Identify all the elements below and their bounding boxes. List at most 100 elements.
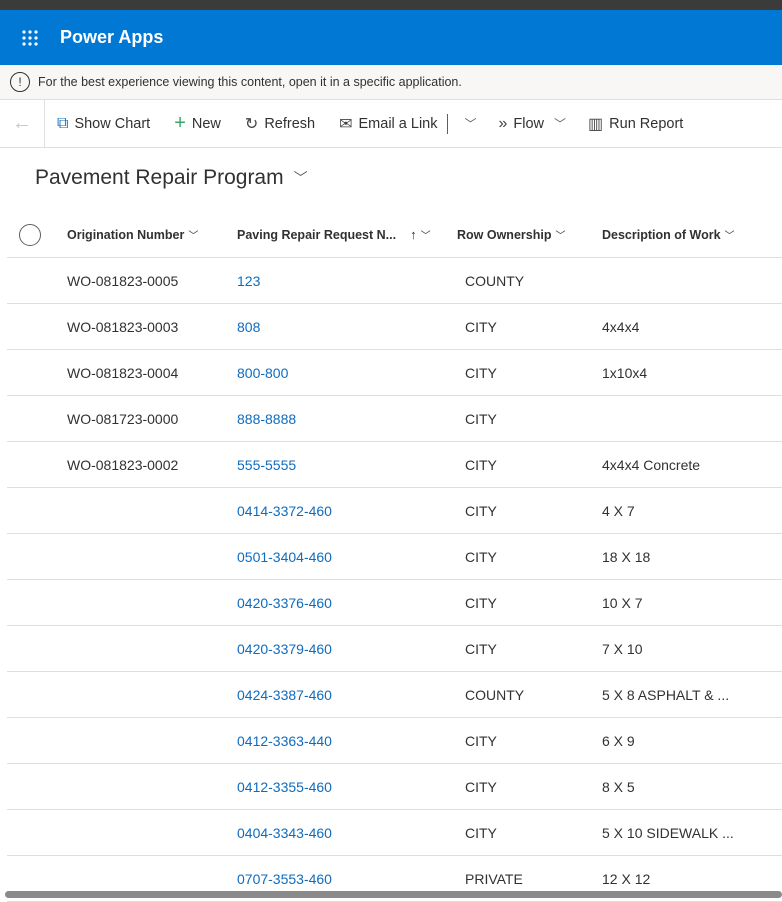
request-link[interactable]: 555-5555: [237, 457, 457, 473]
chevron-down-icon: ﹀: [420, 231, 431, 242]
description-cell: 8 X 5: [602, 778, 635, 795]
flow-label: Flow: [513, 115, 545, 132]
notice-text: For the best experience viewing this con…: [38, 75, 462, 89]
request-link[interactable]: 0501-3404-460: [237, 549, 457, 565]
ownership-cell: PRIVATE: [465, 870, 523, 887]
description-cell: 4x4x4: [602, 318, 640, 335]
refresh-button[interactable]: ↻ Refresh: [245, 114, 315, 134]
request-link[interactable]: 0412-3355-460: [237, 779, 457, 795]
request-link[interactable]: 0420-3376-460: [237, 595, 457, 611]
table-row[interactable]: 0424-3387-460 COUNTY 5 X 8 ASPHALT & ...: [7, 672, 782, 718]
ownership-cell: CITY: [465, 640, 497, 657]
origination-cell: WO-081823-0003: [67, 318, 179, 335]
view-selector[interactable]: Pavement Repair Program ﹀: [35, 166, 318, 190]
ownership-cell: CITY: [465, 732, 497, 749]
ownership-cell: CITY: [465, 502, 497, 519]
table-row[interactable]: 0404-3343-460 CITY 5 X 10 SIDEWALK ...: [7, 810, 782, 856]
flow-icon: »: [498, 114, 508, 132]
origination-cell: WO-081823-0005: [67, 272, 179, 289]
chevron-down-icon[interactable]: ﹀: [554, 115, 566, 132]
info-icon: !: [10, 72, 30, 92]
plus-icon: +: [174, 112, 186, 134]
ownership-cell: CITY: [465, 594, 497, 611]
request-link[interactable]: 0404-3343-460: [237, 825, 457, 841]
table-row[interactable]: 0412-3363-440 CITY 6 X 9: [7, 718, 782, 764]
request-link[interactable]: 123: [237, 273, 457, 289]
ownership-cell: CITY: [465, 778, 497, 795]
chevron-down-icon: ﹀: [555, 231, 566, 242]
new-label: New: [191, 115, 221, 132]
ownership-cell: CITY: [465, 364, 497, 381]
origination-cell: WO-081823-0002: [67, 456, 179, 473]
column-label: Row Ownership: [457, 228, 552, 242]
column-label: Origination Number: [67, 228, 185, 242]
request-link[interactable]: 888-8888: [237, 411, 457, 427]
app-title: Power Apps: [60, 27, 164, 47]
ownership-cell: COUNTY: [465, 686, 525, 703]
description-cell: 5 X 8 ASPHALT & ...: [602, 686, 730, 703]
run-report-label: Run Report: [609, 115, 684, 132]
table-row[interactable]: 0412-3355-460 CITY 8 X 5: [7, 764, 782, 810]
new-button[interactable]: + New: [174, 112, 221, 135]
select-all-checkbox[interactable]: [19, 223, 41, 246]
column-header-paving-request[interactable]: Paving Repair Request N... ↑ ﹀: [237, 227, 457, 242]
horizontal-scrollbar[interactable]: [5, 891, 782, 898]
table-row[interactable]: WO-081823-0004 800-800 CITY 1x10x4: [7, 350, 782, 396]
ownership-cell: CITY: [465, 318, 497, 335]
description-cell: 1x10x4: [602, 364, 648, 381]
request-link[interactable]: 0414-3372-460: [237, 503, 457, 519]
browser-bar: [0, 0, 782, 10]
refresh-icon: ↻: [244, 115, 259, 133]
ownership-cell: COUNTY: [465, 272, 525, 289]
request-link[interactable]: 0424-3387-460: [237, 687, 457, 703]
description-cell: 7 X 10: [602, 640, 643, 657]
description-cell: 4 X 7: [602, 502, 635, 519]
description-cell: 10 X 7: [602, 594, 643, 611]
ownership-cell: CITY: [465, 824, 497, 841]
sort-ascending-icon: ↑: [410, 227, 417, 242]
origination-cell: WO-081723-0000: [67, 410, 179, 427]
show-chart-button[interactable]: ⧉ Show Chart: [57, 115, 150, 133]
run-report-button[interactable]: ▥ Run Report: [588, 114, 683, 134]
app-header: Power Apps: [0, 10, 782, 65]
flow-button[interactable]: » Flow: [499, 115, 545, 133]
description-cell: 5 X 10 SIDEWALK ...: [602, 824, 734, 841]
description-cell: 18 X 18: [602, 548, 651, 565]
app-launcher-icon[interactable]: [0, 29, 60, 47]
email-link-button[interactable]: ✉ Email a Link: [339, 114, 437, 134]
chevron-down-icon[interactable]: ﹀: [464, 115, 476, 132]
table-row[interactable]: 0420-3379-460 CITY 7 X 10: [7, 626, 782, 672]
description-cell: 4x4x4 Concrete: [602, 456, 701, 473]
description-cell: 12 X 12: [602, 870, 651, 887]
table-row[interactable]: WO-081823-0005 123 COUNTY: [7, 258, 782, 304]
page-title: Pavement Repair Program: [35, 166, 284, 189]
email-link-label: Email a Link: [358, 115, 438, 132]
table-row[interactable]: WO-081823-0003 808 CITY 4x4x4: [7, 304, 782, 350]
request-link[interactable]: 0412-3363-440: [237, 733, 457, 749]
request-link[interactable]: 0707-3553-460: [237, 871, 457, 887]
column-label: Description of Work: [602, 228, 721, 242]
data-grid: Origination Number ﹀ Paving Repair Reques…: [7, 212, 782, 902]
grid-header: Origination Number ﹀ Paving Repair Reques…: [7, 212, 782, 258]
chevron-down-icon: ﹀: [188, 231, 199, 242]
chevron-down-icon: ﹀: [293, 170, 308, 186]
table-row[interactable]: 0501-3404-460 CITY 18 X 18: [7, 534, 782, 580]
request-link[interactable]: 800-800: [237, 365, 457, 381]
description-cell: 6 X 9: [602, 732, 635, 749]
request-link[interactable]: 0420-3379-460: [237, 641, 457, 657]
chart-icon: ⧉: [57, 114, 69, 132]
table-row[interactable]: 0420-3376-460 CITY 10 X 7: [7, 580, 782, 626]
divider: [447, 113, 449, 134]
origination-cell: WO-081823-0004: [67, 364, 179, 381]
table-row[interactable]: WO-081723-0000 888-8888 CITY: [7, 396, 782, 442]
command-bar: ← ⧉ Show Chart + New ↻ Refresh ✉ Email a Lin…: [0, 100, 782, 148]
request-link[interactable]: 808: [237, 319, 457, 335]
column-header-row-ownership[interactable]: Row Ownership ﹀: [457, 227, 602, 242]
column-header-origination[interactable]: Origination Number ﹀: [60, 227, 237, 242]
column-header-description[interactable]: Description of Work ﹀: [602, 227, 782, 242]
back-button[interactable]: ←: [0, 100, 45, 147]
column-label: Paving Repair Request N...: [237, 228, 397, 242]
table-row[interactable]: 0414-3372-460 CITY 4 X 7: [7, 488, 782, 534]
table-row[interactable]: WO-081823-0002 555-5555 CITY 4x4x4 Concr…: [7, 442, 782, 488]
ownership-cell: CITY: [465, 456, 497, 473]
